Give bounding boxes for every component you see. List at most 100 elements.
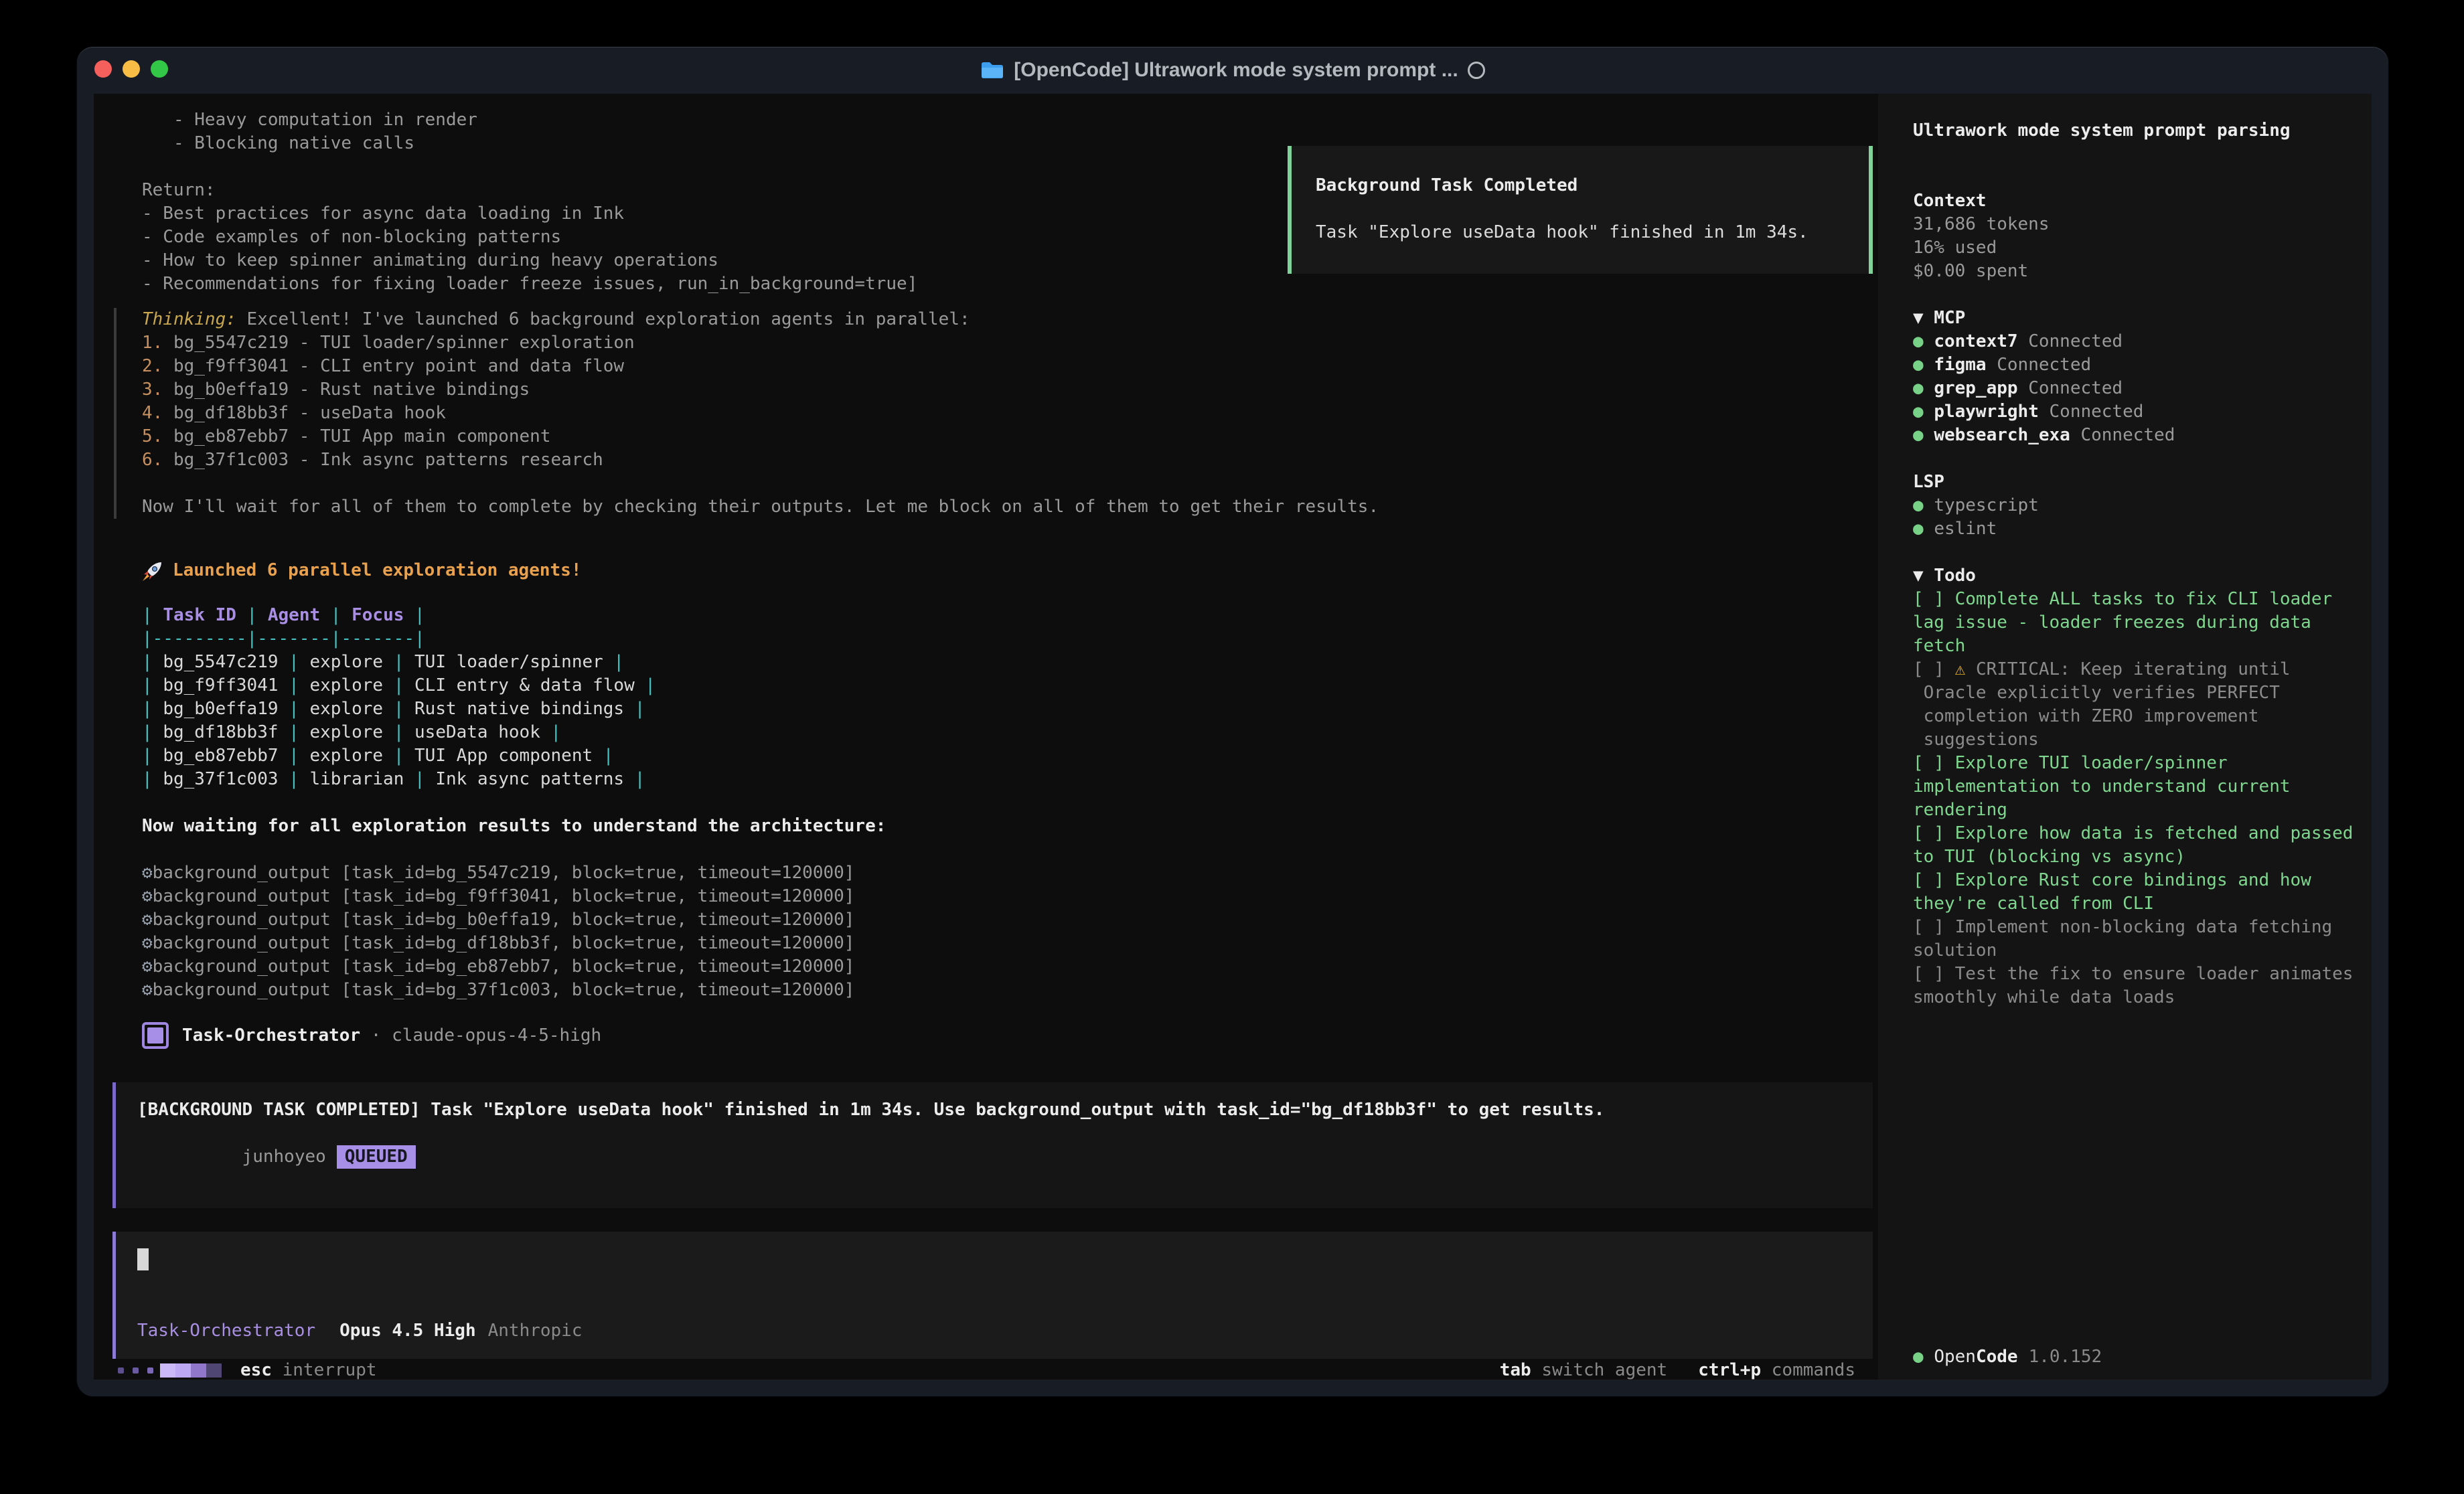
mcp-item: ● websearch_exa Connected: [1913, 424, 2358, 447]
text-segment: explore: [309, 699, 383, 719]
todo-section: ▼ Todo [ ] Complete ALL tasks to fix CLI…: [1913, 564, 2358, 1009]
loading-circle-icon: [1468, 62, 1485, 79]
ctrlp-key-hint: ctrl+p: [1698, 1359, 1761, 1382]
text-segment: CLI entry & data flow: [414, 675, 635, 695]
text-segment: background_output [task_id=bg_b0effa19, …: [153, 910, 855, 930]
todo-text: [ ] Complete ALL tasks to fix CLI loader…: [1913, 589, 2343, 656]
todo-text: [ ] Explore Rust core bindings and how t…: [1913, 870, 2321, 914]
text-segment: |: [540, 722, 561, 742]
task-table: | Task ID | Agent | Focus ||---------|--…: [142, 604, 1878, 791]
text-segment: TUI loader/spinner: [414, 652, 603, 672]
text-segment: Ink async patterns: [435, 769, 624, 789]
text-segment: bg_37f1c003 - Ink async patterns researc…: [173, 450, 603, 470]
now-waiting-text: Now waiting for all exploration results …: [142, 815, 1878, 838]
mcp-server-status: Connected: [2039, 402, 2144, 422]
spinner-cell: [191, 1363, 206, 1378]
text-segment: |: [624, 699, 645, 719]
text-segment: 5.: [142, 426, 173, 446]
session-title: Ultrawork mode system prompt parsing: [1913, 119, 2358, 143]
spinner-cell: [160, 1363, 175, 1378]
gear-icon: ⚙: [142, 957, 153, 977]
text-segment: Focus: [352, 605, 404, 625]
text-segment: explore: [309, 675, 383, 695]
minimize-button[interactable]: [123, 60, 140, 78]
toast-notification[interactable]: Background Task Completed Task "Explore …: [1288, 146, 1873, 274]
switch-agent-label: switch agent: [1541, 1359, 1667, 1382]
text-segment: bg_f9ff3041 - CLI entry point and data f…: [173, 356, 624, 376]
terminal-line: 2. bg_f9ff3041 - CLI entry point and dat…: [142, 355, 1878, 378]
text-segment: useData hook: [414, 722, 540, 742]
text-cursor: [137, 1248, 149, 1270]
lsp-section: LSP ● typescript● eslint: [1913, 471, 2358, 541]
terminal-line: ⚙background_output [task_id=bg_df18bb3f,…: [142, 932, 1878, 955]
todo-section-header[interactable]: ▼ Todo: [1913, 564, 2358, 588]
status-dot-icon: ●: [1913, 378, 1934, 398]
text-segment: 1.: [142, 333, 173, 353]
text-segment: 2.: [142, 356, 173, 376]
context-used: 16% used: [1913, 236, 2358, 260]
spinner-bar-icon: [160, 1363, 222, 1378]
text-segment: |: [593, 746, 613, 766]
text-segment: |: [635, 675, 656, 695]
text-segment: explore: [309, 652, 383, 672]
mcp-server-status: Connected: [2070, 425, 2175, 445]
agent-name: Task-Orchestrator: [182, 1025, 360, 1046]
todo-item: [ ] Explore TUI loader/spinner implement…: [1913, 752, 2358, 822]
text-segment: |: [383, 746, 414, 766]
text-segment: Agent: [268, 605, 320, 625]
terminal-line: | Task ID | Agent | Focus |: [142, 604, 1878, 627]
text-segment: |: [603, 652, 624, 672]
tab-key-label: [1531, 1359, 1542, 1382]
ctrlp-key-label: [1761, 1359, 1772, 1382]
terminal-line: Now I'll wait for all of them to complet…: [142, 495, 1878, 519]
notification-body: Task "Explore useData hook" finished in …: [1316, 221, 1845, 244]
text-segment: 3.: [142, 380, 173, 400]
text-segment: 6.: [142, 450, 173, 470]
message-meta: junhoyeoQUEUED: [137, 1122, 1851, 1192]
text-segment: background_output [task_id=bg_37f1c003, …: [153, 980, 855, 1000]
mcp-section: ▼ MCP ● context7 Connected● figma Connec…: [1913, 307, 2358, 447]
status-dot-icon: ●: [1913, 331, 1934, 351]
todo-text: CRITICAL: Keep iterating until Oracle ex…: [1924, 659, 2301, 750]
text-segment: |: [383, 699, 414, 719]
lsp-item: ● eslint: [1913, 517, 2358, 541]
text-segment: |: [142, 746, 163, 766]
app-version: 1.0.152: [2029, 1345, 2102, 1369]
mcp-section-header[interactable]: ▼ MCP: [1913, 307, 2358, 330]
interrupt-label: interrupt: [283, 1359, 377, 1382]
window-title: [OpenCode] Ultrawork mode system prompt …: [1014, 59, 1458, 82]
text-segment: |: [383, 652, 414, 672]
text-segment: |: [142, 652, 163, 672]
terminal-line: ⚙background_output [task_id=bg_eb87ebb7,…: [142, 955, 1878, 979]
text-segment: Thinking:: [142, 309, 236, 329]
terminal-line: 3. bg_b0effa19 - Rust native bindings: [142, 378, 1878, 402]
prompt-input[interactable]: Task-Orchestrator Opus 4.5 High Anthropi…: [112, 1232, 1873, 1359]
text-segment: |: [142, 722, 163, 742]
launch-announcement: Launched 6 parallel exploration agents!: [142, 559, 1878, 582]
background-output-calls: ⚙background_output [task_id=bg_5547c219,…: [142, 861, 1878, 1002]
mcp-server-name: grep_app: [1934, 378, 2017, 398]
text-segment: 4.: [142, 403, 173, 423]
status-dot-icon: ●: [1913, 355, 1934, 375]
todo-list: [ ] Complete ALL tasks to fix CLI loader…: [1913, 588, 2358, 1009]
terminal-line: 6. bg_37f1c003 - Ink async patterns rese…: [142, 448, 1878, 472]
mcp-item: ● playwright Connected: [1913, 400, 2358, 424]
gear-icon: ⚙: [142, 933, 153, 953]
mcp-server-status: Connected: [1987, 355, 2092, 375]
agent-status-line: Task-Orchestrator · claude-opus-4-5-high: [142, 1022, 1878, 1049]
text-segment: |: [320, 605, 352, 625]
text-segment: bg_f9ff3041: [163, 675, 278, 695]
zoom-button[interactable]: [151, 60, 168, 78]
input-model-name[interactable]: Opus 4.5 High: [339, 1319, 476, 1343]
text-segment: bg_b0effa19 - Rust native bindings: [173, 380, 530, 400]
message-text: [BACKGROUND TASK COMPLETED] Task "Explor…: [137, 1098, 1851, 1122]
input-agent-name[interactable]: Task-Orchestrator: [137, 1319, 315, 1343]
terminal-line: - Heavy computation in render: [142, 108, 1878, 132]
terminal-line: | bg_df18bb3f | explore | useData hook |: [142, 721, 1878, 744]
text-segment: explore: [309, 746, 383, 766]
text-segment: |: [279, 652, 310, 672]
text-segment: |: [404, 605, 425, 625]
todo-item: [ ] ⚠ CRITICAL: Keep iterating until Ora…: [1913, 658, 2358, 752]
text-segment: bg_eb87ebb7 - TUI App main component: [173, 426, 551, 446]
close-button[interactable]: [94, 60, 112, 78]
